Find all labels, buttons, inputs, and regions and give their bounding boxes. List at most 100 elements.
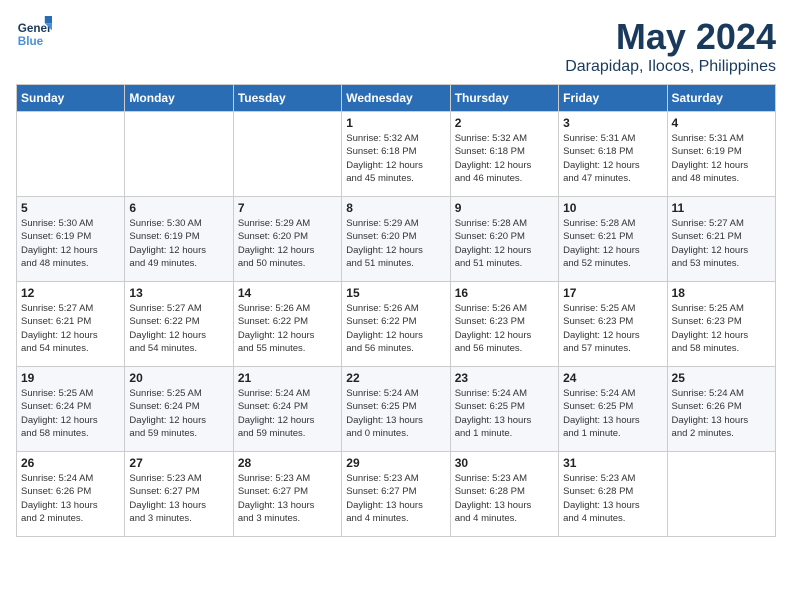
calendar-day-cell: 10 Sunrise: 5:28 AM Sunset: 6:21 PM Dayli…	[559, 197, 667, 282]
calendar-day-cell: 11 Sunrise: 5:27 AM Sunset: 6:21 PM Dayli…	[667, 197, 775, 282]
day-info: Sunrise: 5:26 AM Sunset: 6:22 PM Dayligh…	[346, 302, 445, 355]
calendar-week-row: 26Sunrise: 5:24 AM Sunset: 6:26 PM Dayli…	[17, 452, 776, 537]
day-number: 27	[129, 456, 228, 470]
day-number: 29	[346, 456, 445, 470]
weekday-header: Saturday	[667, 85, 775, 112]
weekday-header-row: SundayMondayTuesdayWednesdayThursdayFrid…	[17, 85, 776, 112]
day-number: 4	[672, 116, 771, 130]
calendar-day-cell: 18Sunrise: 5:25 AM Sunset: 6:23 PM Dayli…	[667, 282, 775, 367]
calendar-day-cell: 23 Sunrise: 5:24 AM Sunset: 6:25 PM Dayli…	[450, 367, 558, 452]
day-info: Sunrise: 5:24 AM Sunset: 6:25 PM Dayligh…	[346, 387, 445, 440]
day-info: Sunrise: 5:25 AM Sunset: 6:24 PM Dayligh…	[21, 387, 120, 440]
calendar-day-cell: 1 Sunrise: 5:32 AM Sunset: 6:18 PM Daylig…	[342, 112, 450, 197]
day-number: 14	[238, 286, 337, 300]
day-number: 19	[21, 371, 120, 385]
day-info: Sunrise: 5:31 AM Sunset: 6:18 PM Dayligh…	[563, 132, 662, 185]
weekday-header: Monday	[125, 85, 233, 112]
calendar-day-cell: 2Sunrise: 5:32 AM Sunset: 6:18 PM Daylig…	[450, 112, 558, 197]
day-number: 12	[21, 286, 120, 300]
calendar-day-cell: 6 Sunrise: 5:30 AM Sunset: 6:19 PM Daylig…	[125, 197, 233, 282]
day-number: 16	[455, 286, 554, 300]
day-number: 2	[455, 116, 554, 130]
day-info: Sunrise: 5:23 AM Sunset: 6:27 PM Dayligh…	[238, 472, 337, 525]
day-number: 20	[129, 371, 228, 385]
title-block: May 2024 Darapidap, Ilocos, Philippines	[565, 16, 776, 76]
calendar-day-cell: 15 Sunrise: 5:26 AM Sunset: 6:22 PM Dayli…	[342, 282, 450, 367]
day-info: Sunrise: 5:23 AM Sunset: 6:28 PM Dayligh…	[563, 472, 662, 525]
day-info: Sunrise: 5:29 AM Sunset: 6:20 PM Dayligh…	[238, 217, 337, 270]
day-number: 15	[346, 286, 445, 300]
page-header: General Blue May 2024 Darapidap, Ilocos,…	[16, 16, 776, 76]
calendar-week-row: 1 Sunrise: 5:32 AM Sunset: 6:18 PM Daylig…	[17, 112, 776, 197]
calendar-day-cell	[233, 112, 341, 197]
calendar-day-cell: 5 Sunrise: 5:30 AM Sunset: 6:19 PM Daylig…	[17, 197, 125, 282]
day-info: Sunrise: 5:32 AM Sunset: 6:18 PM Dayligh…	[346, 132, 445, 185]
weekday-header: Tuesday	[233, 85, 341, 112]
day-number: 24	[563, 371, 662, 385]
calendar-week-row: 12 Sunrise: 5:27 AM Sunset: 6:21 PM Dayli…	[17, 282, 776, 367]
calendar-day-cell	[667, 452, 775, 537]
calendar-day-cell: 3 Sunrise: 5:31 AM Sunset: 6:18 PM Daylig…	[559, 112, 667, 197]
calendar-day-cell: 19 Sunrise: 5:25 AM Sunset: 6:24 PM Dayli…	[17, 367, 125, 452]
calendar-week-row: 19 Sunrise: 5:25 AM Sunset: 6:24 PM Dayli…	[17, 367, 776, 452]
calendar-day-cell: 13 Sunrise: 5:27 AM Sunset: 6:22 PM Dayli…	[125, 282, 233, 367]
day-number: 11	[672, 201, 771, 215]
day-info: Sunrise: 5:29 AM Sunset: 6:20 PM Dayligh…	[346, 217, 445, 270]
day-info: Sunrise: 5:24 AM Sunset: 6:25 PM Dayligh…	[563, 387, 662, 440]
calendar-day-cell: 29 Sunrise: 5:23 AM Sunset: 6:27 PM Dayli…	[342, 452, 450, 537]
calendar-day-cell: 21Sunrise: 5:24 AM Sunset: 6:24 PM Dayli…	[233, 367, 341, 452]
weekday-header: Thursday	[450, 85, 558, 112]
day-info: Sunrise: 5:23 AM Sunset: 6:27 PM Dayligh…	[346, 472, 445, 525]
svg-text:Blue: Blue	[18, 35, 44, 48]
day-number: 21	[238, 371, 337, 385]
day-info: Sunrise: 5:27 AM Sunset: 6:21 PM Dayligh…	[672, 217, 771, 270]
day-number: 9	[455, 201, 554, 215]
day-info: Sunrise: 5:28 AM Sunset: 6:20 PM Dayligh…	[455, 217, 554, 270]
month-title: May 2024	[565, 16, 776, 58]
calendar-day-cell: 28Sunrise: 5:23 AM Sunset: 6:27 PM Dayli…	[233, 452, 341, 537]
day-number: 17	[563, 286, 662, 300]
day-number: 3	[563, 116, 662, 130]
day-info: Sunrise: 5:27 AM Sunset: 6:21 PM Dayligh…	[21, 302, 120, 355]
day-info: Sunrise: 5:25 AM Sunset: 6:23 PM Dayligh…	[672, 302, 771, 355]
calendar-day-cell: 12 Sunrise: 5:27 AM Sunset: 6:21 PM Dayli…	[17, 282, 125, 367]
day-info: Sunrise: 5:23 AM Sunset: 6:27 PM Dayligh…	[129, 472, 228, 525]
day-info: Sunrise: 5:25 AM Sunset: 6:24 PM Dayligh…	[129, 387, 228, 440]
day-number: 5	[21, 201, 120, 215]
day-info: Sunrise: 5:26 AM Sunset: 6:22 PM Dayligh…	[238, 302, 337, 355]
day-info: Sunrise: 5:27 AM Sunset: 6:22 PM Dayligh…	[129, 302, 228, 355]
day-info: Sunrise: 5:30 AM Sunset: 6:19 PM Dayligh…	[129, 217, 228, 270]
day-info: Sunrise: 5:24 AM Sunset: 6:25 PM Dayligh…	[455, 387, 554, 440]
calendar-day-cell: 20 Sunrise: 5:25 AM Sunset: 6:24 PM Dayli…	[125, 367, 233, 452]
calendar-week-row: 5 Sunrise: 5:30 AM Sunset: 6:19 PM Daylig…	[17, 197, 776, 282]
weekday-header: Sunday	[17, 85, 125, 112]
calendar-day-cell: 9 Sunrise: 5:28 AM Sunset: 6:20 PM Daylig…	[450, 197, 558, 282]
location-subtitle: Darapidap, Ilocos, Philippines	[565, 58, 776, 76]
day-info: Sunrise: 5:25 AM Sunset: 6:23 PM Dayligh…	[563, 302, 662, 355]
calendar-day-cell: 22 Sunrise: 5:24 AM Sunset: 6:25 PM Dayli…	[342, 367, 450, 452]
day-info: Sunrise: 5:24 AM Sunset: 6:26 PM Dayligh…	[672, 387, 771, 440]
day-info: Sunrise: 5:26 AM Sunset: 6:23 PM Dayligh…	[455, 302, 554, 355]
calendar-day-cell: 30 Sunrise: 5:23 AM Sunset: 6:28 PM Dayli…	[450, 452, 558, 537]
day-number: 13	[129, 286, 228, 300]
calendar-table: SundayMondayTuesdayWednesdayThursdayFrid…	[16, 84, 776, 537]
calendar-day-cell: 27 Sunrise: 5:23 AM Sunset: 6:27 PM Dayli…	[125, 452, 233, 537]
day-number: 30	[455, 456, 554, 470]
calendar-day-cell: 26Sunrise: 5:24 AM Sunset: 6:26 PM Dayli…	[17, 452, 125, 537]
calendar-day-cell: 7 Sunrise: 5:29 AM Sunset: 6:20 PM Daylig…	[233, 197, 341, 282]
day-number: 22	[346, 371, 445, 385]
day-number: 10	[563, 201, 662, 215]
calendar-day-cell: 31Sunrise: 5:23 AM Sunset: 6:28 PM Dayli…	[559, 452, 667, 537]
day-number: 7	[238, 201, 337, 215]
day-number: 1	[346, 116, 445, 130]
calendar-day-cell: 4Sunrise: 5:31 AM Sunset: 6:19 PM Daylig…	[667, 112, 775, 197]
day-number: 23	[455, 371, 554, 385]
day-info: Sunrise: 5:23 AM Sunset: 6:28 PM Dayligh…	[455, 472, 554, 525]
calendar-day-cell: 16 Sunrise: 5:26 AM Sunset: 6:23 PM Dayli…	[450, 282, 558, 367]
calendar-day-cell: 14 Sunrise: 5:26 AM Sunset: 6:22 PM Dayli…	[233, 282, 341, 367]
day-info: Sunrise: 5:28 AM Sunset: 6:21 PM Dayligh…	[563, 217, 662, 270]
calendar-day-cell: 8Sunrise: 5:29 AM Sunset: 6:20 PM Daylig…	[342, 197, 450, 282]
day-info: Sunrise: 5:30 AM Sunset: 6:19 PM Dayligh…	[21, 217, 120, 270]
day-number: 6	[129, 201, 228, 215]
calendar-day-cell: 25Sunrise: 5:24 AM Sunset: 6:26 PM Dayli…	[667, 367, 775, 452]
